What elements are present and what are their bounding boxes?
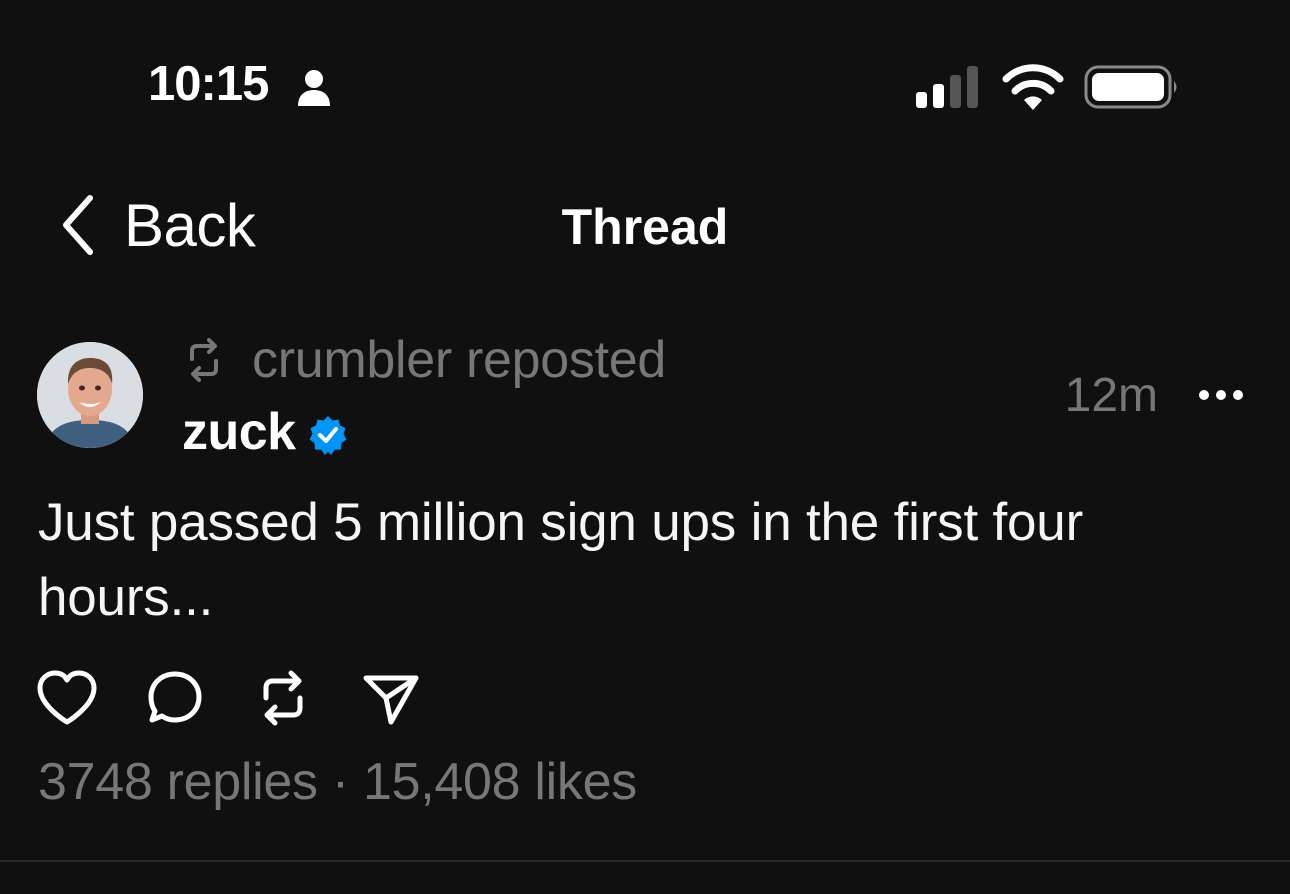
- author-row: zuck: [182, 400, 348, 464]
- replies-count[interactable]: 3748 replies: [38, 753, 318, 811]
- post-timestamp: 12m: [1064, 369, 1158, 422]
- cellular-signal-icon: [916, 66, 978, 108]
- repost-icon[interactable]: [252, 668, 314, 728]
- comment-icon[interactable]: [144, 668, 206, 728]
- repost-attribution[interactable]: crumbler reposted: [184, 330, 666, 390]
- repost-small-icon: [190, 338, 218, 382]
- post-stats: 3748 replies · 15,408 likes: [38, 752, 637, 812]
- page-title: Thread: [561, 199, 729, 255]
- heart-icon[interactable]: [36, 668, 98, 728]
- wifi-icon: [1002, 64, 1064, 110]
- divider: [0, 860, 1290, 862]
- battery-icon: [1084, 65, 1177, 109]
- repost-text: crumbler reposted: [252, 331, 666, 389]
- more-options-icon[interactable]: [1196, 380, 1246, 410]
- person-icon: [298, 70, 330, 106]
- avatar-photo: [37, 342, 143, 448]
- username[interactable]: zuck: [182, 402, 296, 462]
- likes-count[interactable]: 15,408 likes: [363, 753, 637, 811]
- thread-screen: 10:15 Back Thread crumbler reposted zuck…: [0, 0, 1290, 894]
- share-icon[interactable]: [360, 668, 422, 728]
- avatar[interactable]: [37, 342, 143, 448]
- verified-badge-icon: [309, 416, 347, 455]
- post-actions: [36, 668, 422, 728]
- post-text: Just passed 5 million sign ups in the fi…: [38, 493, 1084, 627]
- status-time: 10:15: [148, 57, 269, 111]
- stats-separator: ·: [317, 753, 364, 811]
